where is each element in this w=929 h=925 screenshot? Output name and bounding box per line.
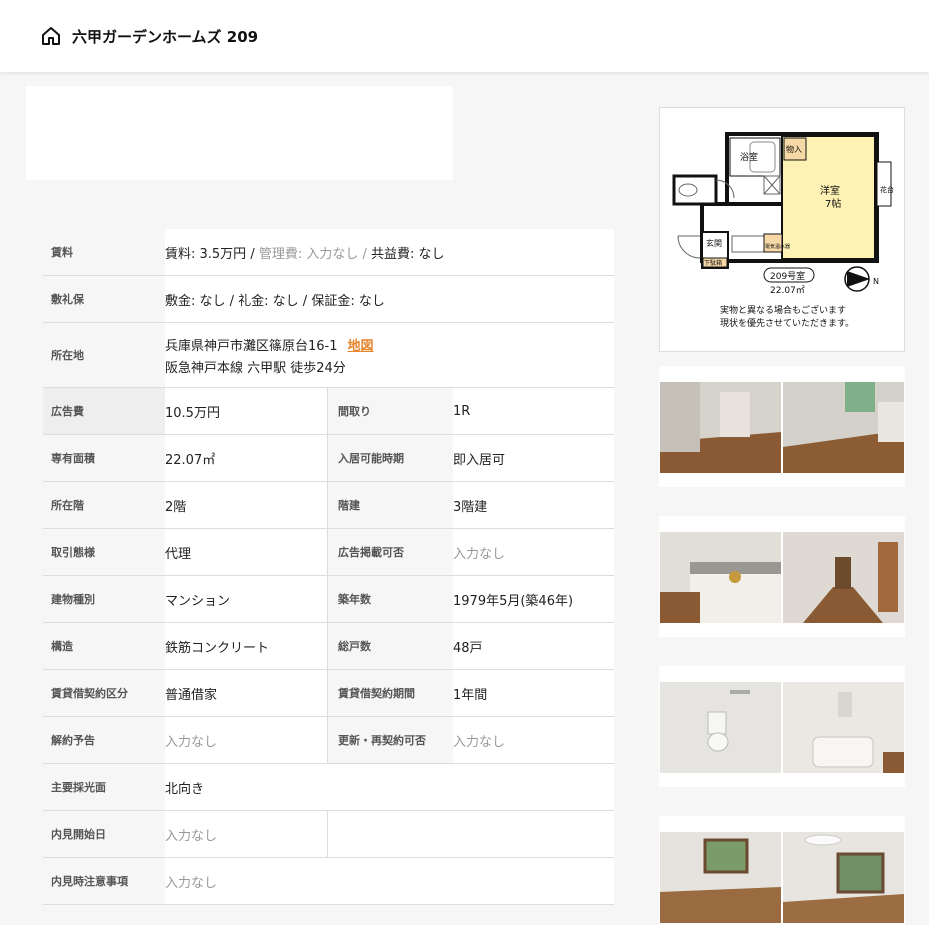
detail-value: 3階建	[453, 499, 488, 515]
fp-flower-label: 花台	[880, 185, 894, 194]
detail-label: 広告掲載可否	[328, 529, 453, 575]
fp-room-size: 7帖	[825, 197, 841, 210]
detail-label: 築年数	[328, 576, 453, 622]
deposit-value: 敷金: なし / 礼金: なし / 保証金: なし	[165, 293, 385, 309]
detail-value: 10.5万円	[165, 388, 328, 434]
room-photo-1[interactable]	[660, 382, 781, 473]
detail-row: 広告費 10.5万円 間取り 1R	[43, 388, 614, 435]
detail-row: 専有面積 22.07㎡ 入居可能時期 即入居可	[43, 435, 614, 482]
detail-label: 広告費	[43, 388, 165, 434]
room-photo-8[interactable]	[783, 832, 904, 923]
detail-label: 賃貸借契約期間	[328, 670, 453, 716]
viewing-notes-row: 内見時注意事項 入力なし	[43, 858, 614, 905]
viewing-notes-value: 入力なし	[165, 875, 218, 891]
address-text: 兵庫県神戸市灘区篠原台16-1	[165, 338, 338, 354]
viewing-start-row: 内見開始日 入力なし	[43, 811, 614, 858]
detail-value: マンション	[165, 576, 328, 622]
detail-value: 1R	[453, 403, 471, 419]
detail-label: 更新・再契約可否	[328, 717, 453, 763]
fp-entrance-label: 玄関	[706, 238, 722, 248]
fp-shoebox-label: 下駄箱	[704, 259, 722, 267]
rent-row: 賃料 賃料: 3.5万円 / 管理費: 入力なし / 共益費: なし	[43, 229, 614, 276]
detail-row: 建物種別 マンション 築年数 1979年5月(築46年)	[43, 576, 614, 623]
management-fee: 管理費: 入力なし /	[258, 246, 367, 262]
detail-label: 所在階	[43, 482, 165, 528]
map-link[interactable]: 地図	[348, 339, 374, 354]
fp-area: 22.07㎡	[770, 285, 805, 296]
page-title: 六甲ガーデンホームズ 209	[72, 27, 259, 46]
rent-label: 賃料	[43, 229, 165, 275]
lighting-row: 主要採光面 北向き	[43, 764, 614, 811]
detail-value: 普通借家	[165, 670, 328, 716]
detail-value: 入力なし	[165, 717, 328, 763]
detail-label: 入居可能時期	[328, 435, 453, 481]
detail-row: 解約予告 入力なし 更新・再契約可否 入力なし	[43, 717, 614, 764]
fp-note-2: 現状を優先させていただきます。	[720, 317, 854, 329]
fp-note-1: 実物と異なる場合もございます	[720, 304, 846, 316]
fp-north-label: N	[873, 277, 879, 286]
detail-label: 専有面積	[43, 435, 165, 481]
lighting-value: 北向き	[165, 781, 205, 797]
home-icon[interactable]	[40, 25, 62, 47]
deposit-row: 敷礼保 敷金: なし / 礼金: なし / 保証金: なし	[43, 276, 614, 323]
property-details-table: 賃料 賃料: 3.5万円 / 管理費: 入力なし / 共益費: なし 敷礼保 敷…	[43, 229, 614, 905]
detail-value: 即入居可	[453, 452, 506, 468]
room-photo-4[interactable]	[783, 532, 904, 623]
location-row: 所在地 兵庫県神戸市灘区篠原台16-1 地図 阪急神戸本線 六甲駅 徒歩24分	[43, 323, 614, 388]
room-photo-2[interactable]	[783, 382, 904, 473]
rent-value: 賃料: 3.5万円 / 管理費: 入力なし / 共益費: なし	[165, 229, 614, 275]
detail-label: 階建	[328, 482, 453, 528]
detail-label: 賃貸借契約区分	[43, 670, 165, 716]
viewing-notes-label: 内見時注意事項	[43, 858, 165, 904]
fp-bath-label: 浴室	[740, 151, 758, 163]
north-arrow-icon	[844, 266, 870, 292]
detail-row: 賃貸借契約区分 普通借家 賃貸借契約期間 1年間	[43, 670, 614, 717]
fp-room-number: 209号室	[770, 270, 805, 282]
detail-value: 鉄筋コンクリート	[165, 623, 328, 669]
page-header: 六甲ガーデンホームズ 209	[0, 0, 929, 72]
room-photo-3[interactable]	[660, 532, 781, 623]
common-fee: 共益費: なし	[371, 246, 445, 262]
room-photo-7[interactable]	[660, 832, 781, 923]
room-photo-6[interactable]	[783, 682, 904, 773]
detail-value: 48戸	[453, 640, 483, 656]
location-label: 所在地	[43, 323, 165, 387]
detail-row: 構造 鉄筋コンクリート 総戸数 48戸	[43, 623, 614, 670]
viewing-start-blank	[328, 811, 614, 857]
fp-room-label: 洋室	[820, 184, 840, 197]
detail-value: 2階	[165, 482, 328, 528]
detail-value: 1979年5月(築46年)	[453, 593, 574, 609]
detail-label: 建物種別	[43, 576, 165, 622]
detail-value: 代理	[165, 529, 328, 575]
access-text: 阪急神戸本線 六甲駅 徒歩24分	[165, 360, 346, 376]
detail-label: 構造	[43, 623, 165, 669]
detail-value: 入力なし	[453, 734, 506, 750]
detail-value: 22.07㎡	[165, 435, 328, 481]
detail-row: 所在階 2階 階建 3階建	[43, 482, 614, 529]
floor-plan-image[interactable]: 浴室 物入 洋室 7帖 花台 玄関 下駄箱 電気温水器 209号室 22.07㎡…	[659, 107, 905, 352]
viewing-start-value: 入力なし	[165, 811, 328, 857]
fp-heater-label: 電気温水器	[765, 243, 790, 250]
room-photo-5[interactable]	[660, 682, 781, 773]
deposit-label: 敷礼保	[43, 276, 165, 322]
lighting-label: 主要採光面	[43, 764, 165, 810]
detail-label: 間取り	[328, 388, 453, 434]
detail-row: 取引態様 代理 広告掲載可否 入力なし	[43, 529, 614, 576]
detail-value: 1年間	[453, 687, 488, 703]
rent-amount: 賃料: 3.5万円 /	[165, 246, 255, 262]
detail-label: 総戸数	[328, 623, 453, 669]
location-value: 兵庫県神戸市灘区篠原台16-1 地図 阪急神戸本線 六甲駅 徒歩24分	[165, 323, 614, 387]
detail-label: 解約予告	[43, 717, 165, 763]
detail-label: 取引態様	[43, 529, 165, 575]
viewing-start-label: 内見開始日	[43, 811, 165, 857]
detail-value: 入力なし	[453, 546, 506, 562]
blank-banner	[26, 86, 453, 180]
fp-storage-label: 物入	[786, 144, 802, 154]
